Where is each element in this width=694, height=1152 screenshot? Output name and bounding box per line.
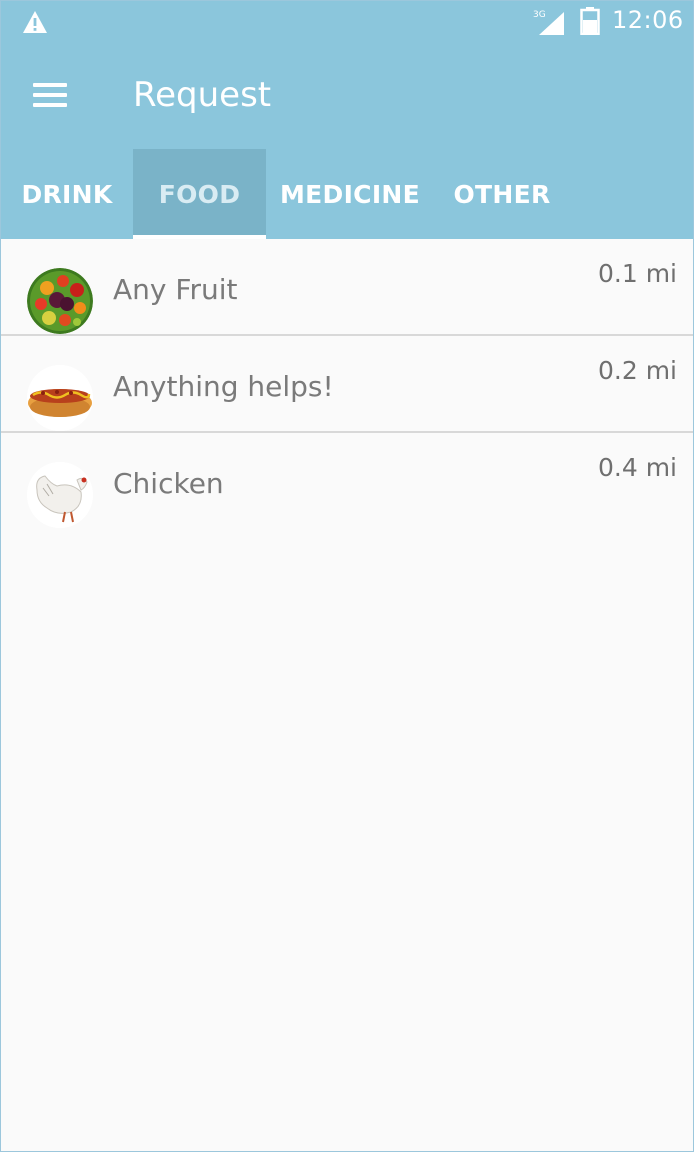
battery-icon — [580, 7, 600, 35]
request-title: Anything helps! — [113, 370, 334, 403]
tab-medicine[interactable]: MEDICINE — [266, 149, 434, 239]
request-title: Chicken — [113, 467, 224, 500]
app-bar: 3G 12:06 Request DRINK FOOD MEDICINE OTH… — [1, 1, 693, 239]
tab-food[interactable]: FOOD — [133, 149, 266, 239]
request-list: Any Fruit 0.1 mi Anything helps! 0.2 mi — [1, 239, 693, 529]
chicken-image — [27, 462, 93, 528]
request-distance: 0.1 mi — [597, 259, 677, 288]
list-item[interactable]: Anything helps! 0.2 mi — [1, 336, 693, 433]
status-time: 12:06 — [612, 6, 684, 34]
request-distance: 0.2 mi — [597, 356, 677, 385]
signal-icon: 3G — [533, 10, 564, 35]
menu-line — [33, 83, 67, 87]
page-title: Request — [133, 75, 272, 115]
category-tabs: DRINK FOOD MEDICINE OTHER — [1, 149, 693, 239]
list-item[interactable]: Any Fruit 0.1 mi — [1, 239, 693, 336]
menu-line — [33, 103, 67, 107]
network-type-label: 3G — [533, 10, 546, 20]
app-screen: 3G 12:06 Request DRINK FOOD MEDICINE OTH… — [0, 0, 694, 1152]
request-distance: 0.4 mi — [597, 453, 677, 482]
tab-drink[interactable]: DRINK — [1, 149, 133, 239]
fruit-bowl-image — [27, 268, 93, 334]
request-title: Any Fruit — [113, 273, 238, 306]
hot-dog-image — [27, 365, 93, 431]
hamburger-menu-icon[interactable] — [27, 75, 75, 115]
list-item[interactable]: Chicken 0.4 mi — [1, 433, 693, 529]
menu-line — [33, 93, 67, 97]
tab-other[interactable]: OTHER — [434, 149, 570, 239]
status-bar: 3G 12:06 — [1, 1, 693, 45]
warning-icon — [23, 11, 47, 33]
